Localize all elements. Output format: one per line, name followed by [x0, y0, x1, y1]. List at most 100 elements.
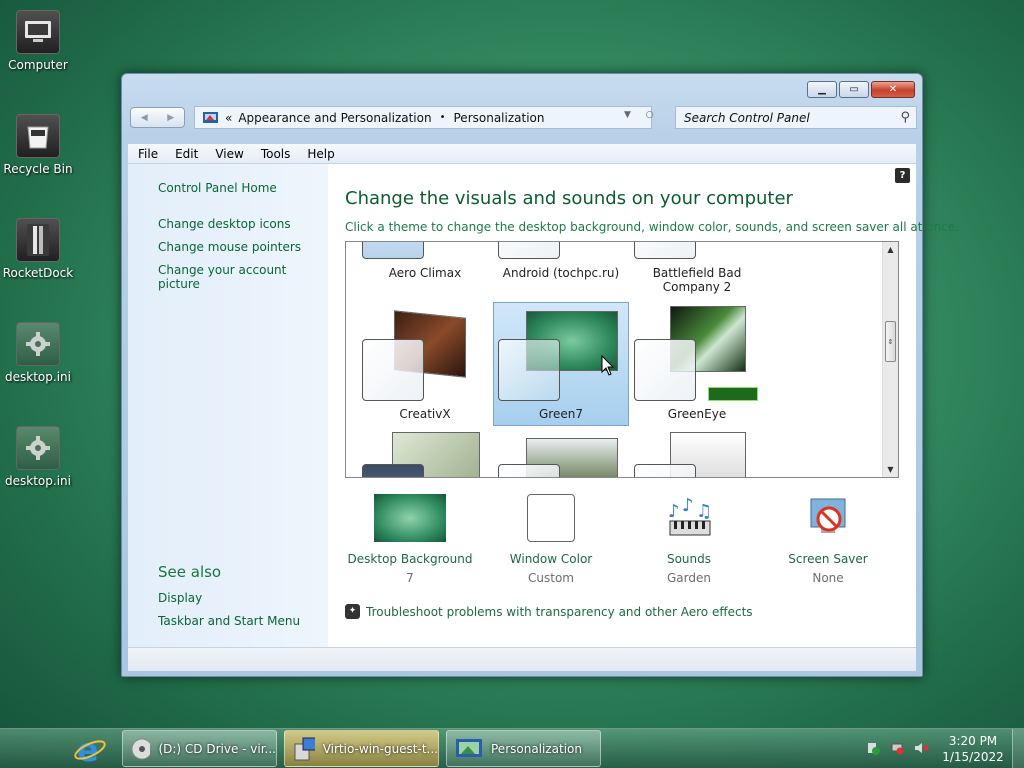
- theme-thumbnail[interactable]: [362, 242, 424, 259]
- page-subtitle: Click a theme to change the desktop back…: [345, 220, 959, 234]
- clock-date: 1/15/2022: [942, 750, 1004, 764]
- desktop-icon-label: desktop.ini: [5, 370, 71, 384]
- breadcrumb-separator[interactable]: •: [440, 112, 446, 123]
- breadcrumb-current[interactable]: Personalization: [454, 111, 545, 125]
- theme-thumbnail-creativx[interactable]: [362, 339, 424, 401]
- setting-label: Screen Saver: [788, 552, 868, 566]
- breadcrumb-parent[interactable]: Appearance and Personalization: [238, 111, 431, 125]
- dropdown-arrow-icon[interactable]: ▼: [624, 110, 631, 120]
- clock[interactable]: 3:20 PM 1/15/2022: [940, 733, 1006, 765]
- theme-thumbnail[interactable]: [634, 242, 696, 259]
- taskbar-personalization[interactable]: Personalization: [446, 730, 601, 767]
- theme-label-creativx[interactable]: CreativX: [357, 407, 493, 421]
- network-icon[interactable]: [890, 741, 904, 755]
- greeneye-badge: [708, 387, 758, 401]
- setting-value: None: [812, 571, 844, 585]
- scrollbar-thumb[interactable]: ⇕: [885, 321, 896, 362]
- sounds-setting[interactable]: ♪ ♪ ♫ Sounds Garden: [619, 494, 759, 585]
- setting-value: Custom: [528, 571, 574, 585]
- setting-label: Sounds: [666, 552, 712, 566]
- theme-label-aero-climax[interactable]: Aero Climax: [357, 266, 493, 280]
- sounds-icon: ♪ ♪ ♫: [653, 494, 725, 542]
- see-also-heading: See also: [158, 563, 222, 581]
- show-desktop-button[interactable]: [1012, 729, 1024, 768]
- desktop-icon-label: Computer: [8, 58, 68, 72]
- troubleshoot-link[interactable]: ✦ Troubleshoot problems with transparenc…: [345, 604, 753, 619]
- menu-help[interactable]: Help: [297, 147, 341, 161]
- theme-label-android[interactable]: Android (tochpc.ru): [493, 266, 629, 280]
- action-center-icon[interactable]: [866, 741, 880, 755]
- taskbar-cd-drive[interactable]: (D:) CD Drive - vir...: [122, 730, 277, 767]
- theme-thumbnail-green7[interactable]: [498, 339, 560, 401]
- internet-explorer-icon[interactable]: e: [72, 731, 108, 768]
- desktop-icon-computer[interactable]: Computer: [0, 10, 76, 72]
- theme-thumbnail[interactable]: [362, 464, 424, 477]
- taskbar-start-menu-link[interactable]: Taskbar and Start Menu: [158, 614, 300, 628]
- scroll-down-icon[interactable]: ▼: [883, 462, 898, 477]
- volume-muted-icon[interactable]: [914, 741, 928, 755]
- menu-bar: File Edit View Tools Help: [128, 144, 916, 164]
- back-arrow-icon[interactable]: ◀: [141, 113, 148, 123]
- clock-time: 3:20 PM: [948, 734, 998, 748]
- address-bar[interactable]: « Appearance and Personalization • Perso…: [194, 106, 652, 129]
- menu-file[interactable]: File: [128, 147, 165, 161]
- display-link[interactable]: Display: [158, 591, 202, 605]
- help-button[interactable]: ?: [895, 168, 910, 183]
- change-account-picture-link[interactable]: Change your account picture: [158, 263, 328, 291]
- setting-label: Desktop Background: [347, 552, 473, 566]
- window-color-icon: [515, 494, 587, 542]
- desktop-background-icon: [374, 494, 446, 542]
- theme-label-green7[interactable]: Green7: [493, 407, 629, 421]
- search-input[interactable]: Search Control Panel ⚲: [675, 106, 917, 129]
- theme-label-greeneye[interactable]: GreenEye: [629, 407, 765, 421]
- change-mouse-pointers-link[interactable]: Change mouse pointers: [158, 240, 301, 254]
- search-icon[interactable]: ⚲: [900, 110, 910, 125]
- theme-list-scrollbar[interactable]: ▲ ⇕ ▼: [882, 242, 898, 477]
- rocketdock-icon: [16, 218, 60, 262]
- taskbar: e (D:) CD Drive - vir... Virtio-win-gues…: [0, 728, 1024, 768]
- control-panel-icon: [203, 111, 218, 123]
- refresh-icon[interactable]: ○: [646, 110, 654, 120]
- taskbar-virtio[interactable]: Virtio-win-guest-t...: [284, 730, 439, 767]
- desktop-icon-desktop-ini-2[interactable]: desktop.ini: [0, 426, 76, 488]
- setting-value: 7: [406, 571, 414, 585]
- menu-view[interactable]: View: [205, 147, 250, 161]
- gear-file-icon: [16, 426, 60, 470]
- desktop-icon-recycle-bin[interactable]: Recycle Bin: [0, 114, 76, 176]
- theme-thumbnail[interactable]: [634, 464, 696, 477]
- theme-thumbnail[interactable]: [498, 242, 560, 259]
- maximize-icon: ▭: [849, 84, 859, 95]
- scroll-up-icon[interactable]: ▲: [883, 242, 898, 257]
- task-label: (D:) CD Drive - vir...: [158, 741, 276, 756]
- desktop-background-setting[interactable]: Desktop Background 7: [340, 494, 480, 585]
- desktop-icon-desktop-ini-1[interactable]: desktop.ini: [0, 322, 76, 384]
- screen-saver-setting[interactable]: Screen Saver None: [758, 494, 898, 585]
- window-controls: ▁ ▭ ✕: [807, 81, 915, 98]
- menu-tools[interactable]: Tools: [251, 147, 298, 161]
- theme-label-battlefield[interactable]: Battlefield Bad Company 2: [629, 266, 765, 294]
- change-desktop-icons-link[interactable]: Change desktop icons: [158, 217, 291, 231]
- theme-thumbnail[interactable]: [498, 464, 560, 477]
- personalization-window: ▁ ▭ ✕ ◀ ▶ « Appearance and Personalizati…: [121, 73, 959, 677]
- desktop-icon-rocketdock[interactable]: RocketDock: [0, 218, 76, 280]
- theme-list: Aero Climax Android (tochpc.ru) Battlefi…: [345, 241, 899, 478]
- maximize-button[interactable]: ▭: [839, 81, 869, 98]
- breadcrumb-prefix[interactable]: «: [225, 111, 232, 125]
- minimize-icon: ▁: [818, 84, 826, 95]
- control-panel-home-link[interactable]: Control Panel Home: [158, 181, 277, 195]
- cd-drive-icon: [131, 738, 151, 759]
- menu-edit[interactable]: Edit: [165, 147, 205, 161]
- svg-text:♪: ♪: [682, 495, 694, 516]
- desktop-icon-label: Recycle Bin: [3, 162, 73, 176]
- computer-icon: [16, 10, 60, 54]
- minimize-button[interactable]: ▁: [807, 81, 837, 98]
- window-color-setting[interactable]: Window Color Custom: [481, 494, 621, 585]
- main-content: ? Change the visuals and sounds on your …: [328, 164, 959, 647]
- setting-label: Window Color: [509, 552, 593, 566]
- theme-thumbnail-greeneye[interactable]: [634, 339, 696, 401]
- setting-value: Garden: [667, 571, 711, 585]
- close-button[interactable]: ✕: [871, 81, 915, 98]
- theme-settings: Desktop Background 7 Window Color Custom…: [345, 494, 905, 585]
- system-tray: [866, 741, 928, 755]
- forward-arrow-icon[interactable]: ▶: [167, 113, 174, 123]
